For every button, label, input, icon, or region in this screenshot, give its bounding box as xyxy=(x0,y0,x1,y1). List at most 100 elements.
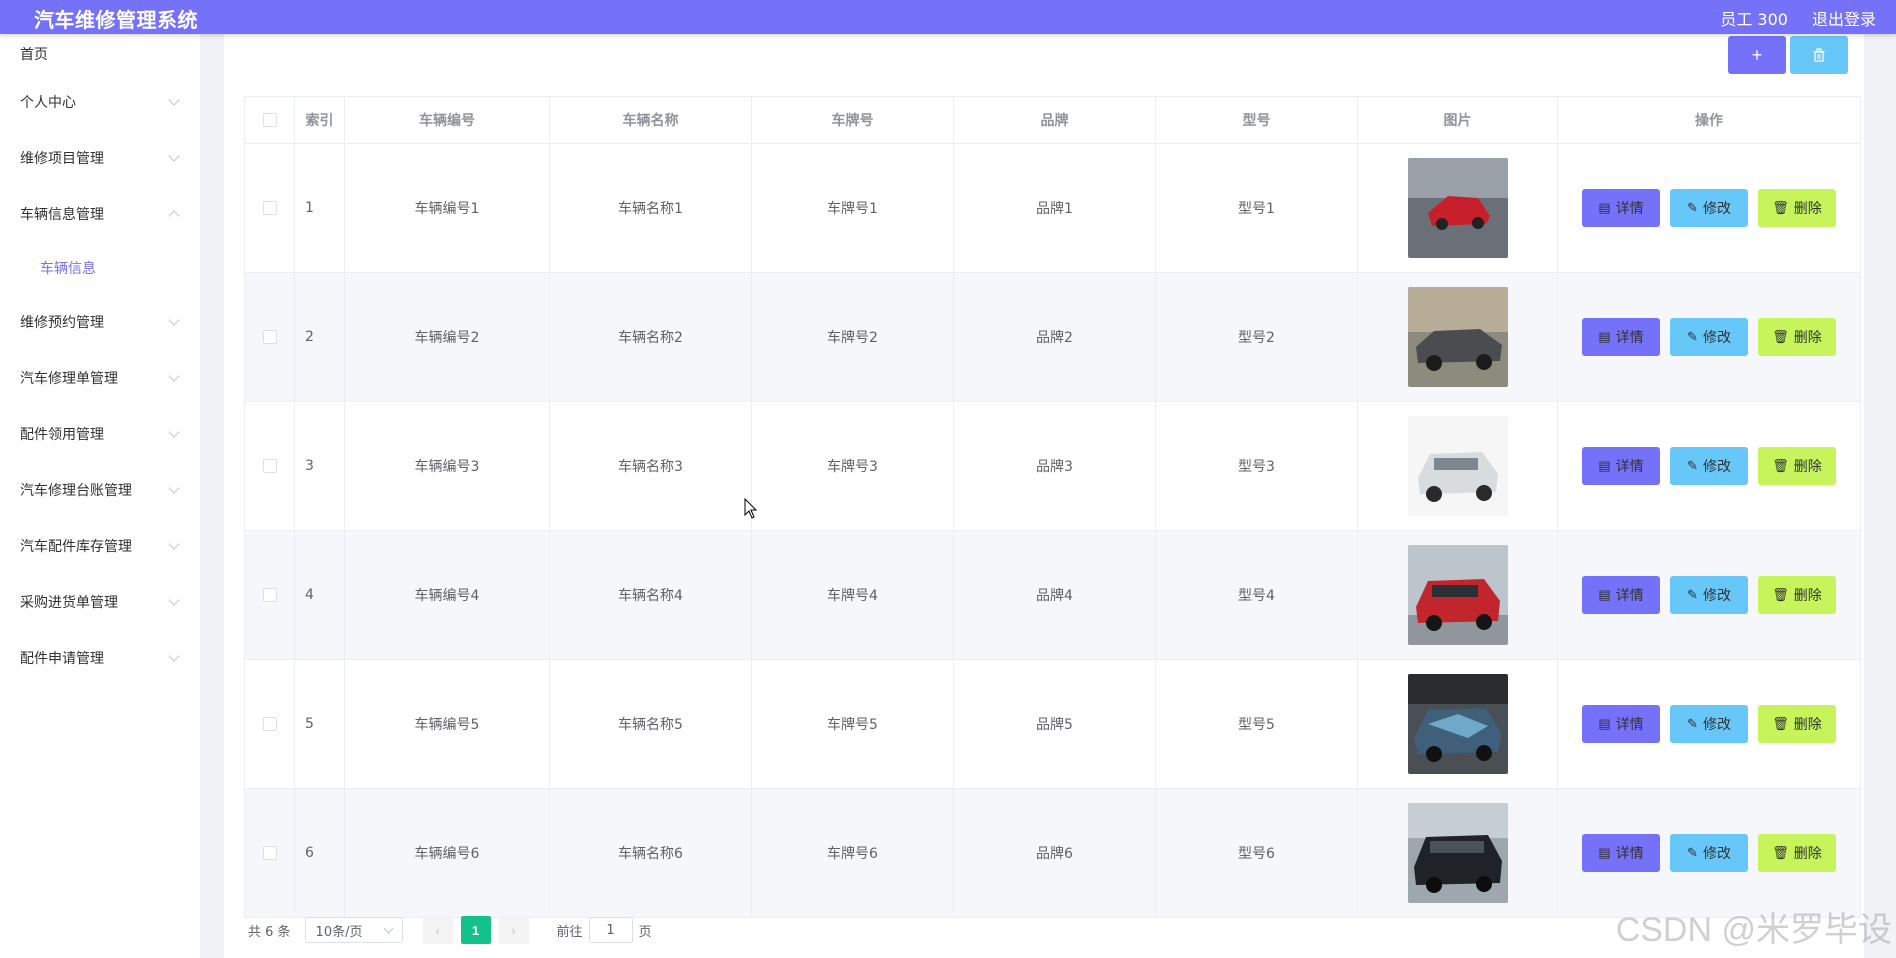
sidebar-item-personal-center[interactable]: 个人中心 xyxy=(0,82,200,122)
sidebar-item-repair-orders[interactable]: 汽车修理单管理 xyxy=(0,358,200,398)
detail-button[interactable]: ▤ 详情 xyxy=(1582,705,1660,743)
table-row: 1 车辆编号1 车辆名称1 车牌号1 品牌1 型号1 ▤ 详情 ✎ 修改 🗑 删除 xyxy=(244,143,1861,273)
batch-delete-button[interactable] xyxy=(1790,36,1848,74)
vehicle-name-cell: 车辆名称4 xyxy=(549,530,752,660)
edit-label: 修改 xyxy=(1702,716,1731,732)
vehicle-photo[interactable] xyxy=(1407,803,1508,903)
detail-label: 详情 xyxy=(1615,458,1644,474)
detail-button[interactable]: ▤ 详情 xyxy=(1582,318,1660,356)
logout-link[interactable]: 退出登录 xyxy=(1812,6,1876,30)
select-all-cell xyxy=(244,96,295,144)
total-count: 共 6 条 xyxy=(248,924,291,940)
select-all-checkbox[interactable] xyxy=(262,113,277,127)
pencil-icon: ✎ xyxy=(1687,329,1698,344)
image-cell xyxy=(1357,272,1558,402)
vehicle-photo[interactable] xyxy=(1407,416,1508,516)
detail-button[interactable]: ▤ 详情 xyxy=(1582,447,1660,485)
delete-button[interactable]: 🗑 删除 xyxy=(1758,318,1836,356)
mouse-cursor-icon xyxy=(744,498,758,519)
page-size-select[interactable]: 10条/页 xyxy=(304,917,403,943)
row-checkbox[interactable] xyxy=(262,588,277,602)
row-checkbox[interactable] xyxy=(262,717,277,731)
sidebar-item-purchase-orders[interactable]: 采购进货单管理 xyxy=(0,582,200,622)
image-cell xyxy=(1357,659,1558,789)
sidebar-item-parts-requests[interactable]: 配件申请管理 xyxy=(0,638,200,678)
chevron-up-icon xyxy=(168,210,180,222)
row-checkbox[interactable] xyxy=(262,201,277,215)
vehicle-photo[interactable] xyxy=(1407,287,1508,387)
edit-button[interactable]: ✎ 修改 xyxy=(1670,705,1748,743)
chevron-right-icon: › xyxy=(511,922,516,938)
sidebar-item-repair-ledger[interactable]: 汽车修理台账管理 xyxy=(0,470,200,510)
detail-button[interactable]: ▤ 详情 xyxy=(1582,189,1660,227)
add-button[interactable]: + xyxy=(1728,36,1786,74)
document-icon: ▤ xyxy=(1598,716,1611,731)
sidebar-item-parts-inventory[interactable]: 汽车配件库存管理 xyxy=(0,526,200,566)
column-header: 索引 xyxy=(294,96,345,144)
edit-button[interactable]: ✎ 修改 xyxy=(1670,576,1748,614)
edit-button[interactable]: ✎ 修改 xyxy=(1670,318,1748,356)
row-checkbox[interactable] xyxy=(262,459,277,473)
detail-label: 详情 xyxy=(1615,716,1644,732)
table-row: 6 车辆编号6 车辆名称6 车牌号6 品牌6 型号6 ▤ 详情 ✎ 修改 🗑 删除 xyxy=(244,788,1861,918)
row-checkbox[interactable] xyxy=(262,846,277,860)
model-cell: 型号1 xyxy=(1155,143,1358,273)
detail-button[interactable]: ▤ 详情 xyxy=(1582,576,1660,614)
delete-button[interactable]: 🗑 删除 xyxy=(1758,705,1836,743)
model-cell: 型号3 xyxy=(1155,401,1358,531)
vehicle-name-cell: 车辆名称2 xyxy=(549,272,752,402)
plate-number-cell: 车牌号3 xyxy=(751,401,954,531)
sidebar-item-repair-appointments[interactable]: 维修预约管理 xyxy=(0,302,200,342)
vehicle-name-cell: 车辆名称3 xyxy=(549,401,752,531)
row-checkbox[interactable] xyxy=(262,330,277,344)
chevron-down-icon xyxy=(168,594,180,606)
main-content: + 索引 车辆编号 车辆名称 车牌号 品牌 型号 图片 操作 1 车辆编号1 车… xyxy=(224,34,1864,958)
table-row: 4 车辆编号4 车辆名称4 车牌号4 品牌4 型号4 ▤ 详情 ✎ 修改 🗑 删除 xyxy=(244,530,1861,660)
edit-button[interactable]: ✎ 修改 xyxy=(1670,189,1748,227)
index-cell: 5 xyxy=(294,659,345,789)
next-page-button[interactable]: › xyxy=(498,916,529,944)
submenu-item-vehicle-info[interactable]: 车辆信息 xyxy=(0,248,200,288)
chevron-down-icon xyxy=(168,370,180,382)
actions-cell: ▤ 详情 ✎ 修改 🗑 删除 xyxy=(1557,143,1861,273)
page-number-button[interactable]: 1 xyxy=(460,916,491,944)
column-header: 型号 xyxy=(1155,96,1358,144)
table-row: 2 车辆编号2 车辆名称2 车牌号2 品牌2 型号2 ▤ 详情 ✎ 修改 🗑 删除 xyxy=(244,272,1861,402)
row-select-cell xyxy=(244,272,295,402)
delete-button[interactable]: 🗑 删除 xyxy=(1758,834,1836,872)
edit-button[interactable]: ✎ 修改 xyxy=(1670,447,1748,485)
sidebar-item-label: 汽车修理单管理 xyxy=(20,371,118,387)
image-cell xyxy=(1357,530,1558,660)
vehicle-photo[interactable] xyxy=(1407,674,1508,774)
vehicle-photo[interactable] xyxy=(1407,158,1508,258)
watermark: CSDN @米罗毕设 xyxy=(1615,911,1892,949)
detail-label: 详情 xyxy=(1615,329,1644,345)
prev-page-button[interactable]: ‹ xyxy=(422,916,453,944)
vehicle-photo[interactable] xyxy=(1407,545,1508,645)
sidebar-item-home[interactable]: 首页 xyxy=(0,34,200,74)
goto-page-input[interactable] xyxy=(588,917,633,943)
plate-number-cell: 车牌号6 xyxy=(751,788,954,918)
page-size-value: 10条/页 xyxy=(315,924,363,940)
column-header: 操作 xyxy=(1557,96,1861,144)
index-cell: 6 xyxy=(294,788,345,918)
sidebar-item-label: 首页 xyxy=(20,47,48,63)
app-title: 汽车维修管理系统 xyxy=(34,8,198,32)
column-header: 品牌 xyxy=(953,96,1156,144)
model-cell: 型号4 xyxy=(1155,530,1358,660)
sidebar-item-label: 车辆信息管理 xyxy=(20,207,104,223)
sidebar-item-label: 维修预约管理 xyxy=(20,315,104,331)
sidebar-item-label: 维修项目管理 xyxy=(20,151,104,167)
sidebar-item-vehicle-info[interactable]: 车辆信息管理 xyxy=(0,194,200,234)
delete-button[interactable]: 🗑 删除 xyxy=(1758,576,1836,614)
actions-cell: ▤ 详情 ✎ 修改 🗑 删除 xyxy=(1557,401,1861,531)
edit-button[interactable]: ✎ 修改 xyxy=(1670,834,1748,872)
vehicle-code-cell: 车辆编号2 xyxy=(344,272,550,402)
sidebar-item-label: 配件领用管理 xyxy=(20,427,104,443)
edit-label: 修改 xyxy=(1702,587,1731,603)
sidebar-item-repair-projects[interactable]: 维修项目管理 xyxy=(0,138,200,178)
sidebar-item-parts-usage[interactable]: 配件领用管理 xyxy=(0,414,200,454)
delete-button[interactable]: 🗑 删除 xyxy=(1758,189,1836,227)
delete-button[interactable]: 🗑 删除 xyxy=(1758,447,1836,485)
detail-button[interactable]: ▤ 详情 xyxy=(1582,834,1660,872)
